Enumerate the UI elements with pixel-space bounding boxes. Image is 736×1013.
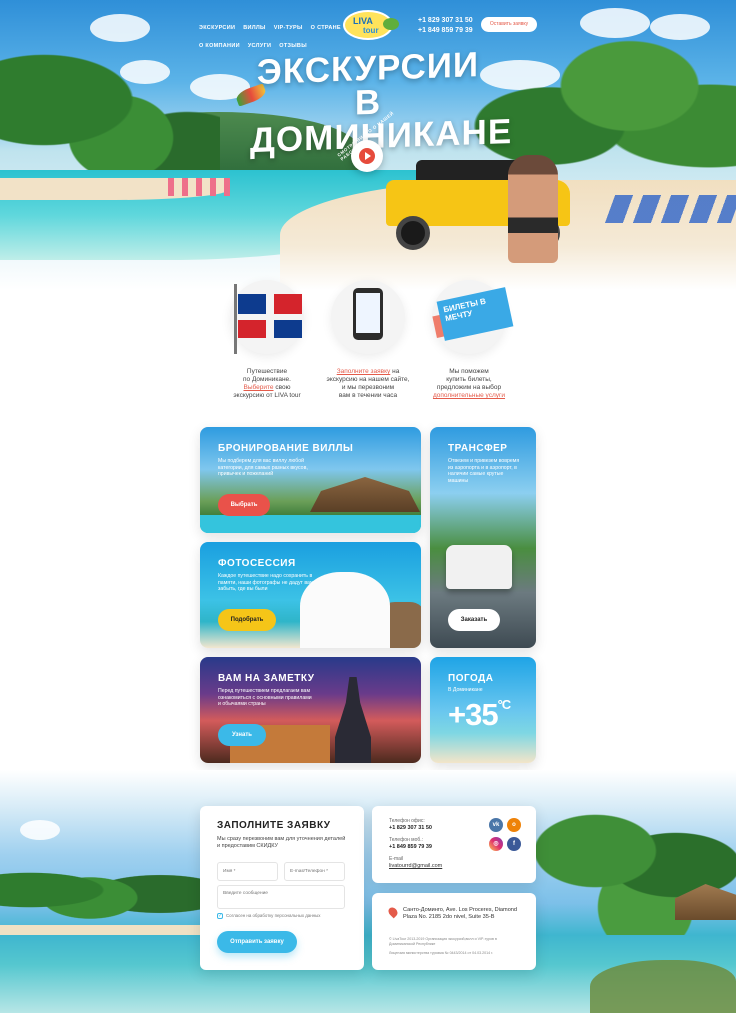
- email-link[interactable]: livatourrd@gmail.com: [389, 863, 442, 869]
- villa-card: БРОНИРОВАНИЕ ВИЛЛЫ Мы подберем для вас в…: [200, 427, 421, 533]
- step-1-circle: [230, 280, 304, 354]
- flamingos: [168, 178, 238, 196]
- contacts-card: Телефон офис: +1 829 307 31 50 Телефон м…: [372, 806, 536, 883]
- vk-icon[interactable]: vk: [489, 818, 503, 832]
- name-input[interactable]: [217, 862, 278, 881]
- office-phone[interactable]: +1 829 307 31 50: [389, 825, 432, 831]
- villa-select-button[interactable]: Выбрать: [218, 494, 270, 516]
- notes-card: ВАМ НА ЗАМЕТКУ Перед путешествием предла…: [200, 657, 421, 763]
- step-1-text: Путешествие по Доминикане. Выберите свою…: [233, 368, 301, 399]
- notes-title: ВАМ НА ЗАМЕТКУ: [218, 673, 315, 684]
- logo[interactable]: LIVA tour: [343, 10, 399, 40]
- car-image: [446, 545, 512, 589]
- nav-reviews[interactable]: ОТЗЫВЫ: [279, 41, 307, 51]
- transfer-card: ТРАНСФЕР Отвезем и привезем вовремя из а…: [430, 427, 536, 648]
- beach-loungers: [604, 195, 736, 223]
- weather-subtitle: В Доминикане: [448, 687, 483, 693]
- copyright: © LivaTour 2013-2019 Организация экскурс…: [389, 937, 497, 946]
- weather-card: ПОГОДА В Доминикане +35°C: [430, 657, 536, 763]
- footer-beach: [0, 925, 200, 935]
- notes-text: Перед путешествием предлагаем вам ознако…: [218, 688, 312, 707]
- transfer-text: Отвезем и привезем вовремя из аэропорта …: [448, 458, 520, 484]
- palm-trees-left: [0, 40, 220, 190]
- consent-checkbox[interactable]: ✓ Согласен на обработку персональных данн…: [217, 913, 320, 919]
- main-nav: ЭКСКУРСИИ ВИЛЛЫ VIP-ТУРЫ О СТРАНЕ О КОМПАНИ…: [199, 16, 349, 52]
- play-video-button[interactable]: [351, 140, 383, 172]
- cloud: [20, 820, 60, 840]
- location-pin-icon: [386, 905, 400, 919]
- weather-title: ПОГОДА: [448, 673, 494, 684]
- mobile-phone[interactable]: +1 849 859 79 39: [389, 844, 432, 850]
- message-input[interactable]: [217, 885, 345, 909]
- villa-text: Мы подберем для вас виллу любой категори…: [218, 458, 308, 477]
- smartphone-icon: [353, 288, 383, 340]
- step-2-text: Заполните заявку на экскурсию на нашем с…: [326, 368, 410, 399]
- license-text: Лицензия министерства туризма № 0443/201…: [389, 951, 493, 955]
- step-3-text: Мы поможем купить билеты, предложим на в…: [432, 368, 506, 399]
- facebook-icon[interactable]: f: [507, 837, 521, 851]
- play-icon: [365, 152, 371, 160]
- office-phone-label: Телефон офис:: [389, 818, 425, 824]
- nav-about-country[interactable]: О СТРАНЕ: [311, 23, 341, 33]
- submit-request-button[interactable]: Отправить заявку: [217, 931, 297, 953]
- photo-text: Каждое путешествие надо сохранить в памя…: [218, 573, 314, 592]
- address-text: Санто-Доминго, Ave. Los Proceres, Diamon…: [403, 907, 518, 920]
- villa-hut: [310, 477, 420, 512]
- villa-title: БРОНИРОВАНИЕ ВИЛЛЫ: [218, 443, 354, 454]
- pool: [200, 515, 421, 533]
- turtle-icon: [383, 18, 399, 30]
- step-1-link[interactable]: Выберите: [244, 384, 274, 391]
- step-2-circle: [331, 280, 405, 354]
- nav-villas[interactable]: ВИЛЛЫ: [243, 23, 266, 33]
- step-2-link[interactable]: Заполните заявку: [337, 368, 391, 375]
- form-description: Мы сразу перезвоним вам для уточнения де…: [217, 836, 346, 849]
- logo-subtext: tour: [363, 26, 379, 35]
- nav-excursions[interactable]: ЭКСКУРСИИ: [199, 23, 235, 33]
- logo-text: LIVA: [353, 16, 373, 26]
- step-3-link[interactable]: дополнительные услуги: [433, 392, 505, 399]
- photosession-card: ФОТОСЕССИЯ Каждое путешествие надо сохра…: [200, 542, 421, 648]
- temperature: +35°C: [448, 697, 511, 732]
- nav-vip-tours[interactable]: VIP-ТУРЫ: [274, 23, 303, 33]
- step-3-circle: БИЛЕТЫ В МЕЧТУ: [432, 280, 514, 354]
- notes-learn-button[interactable]: Узнать: [218, 724, 266, 746]
- consent-label: Согласен на обработку персональных данны…: [226, 913, 321, 919]
- odnoklassniki-icon[interactable]: o: [507, 818, 521, 832]
- form-title: ЗАПОЛНИТЕ ЗАЯВКУ: [217, 820, 331, 831]
- instagram-icon[interactable]: ◎: [489, 837, 503, 851]
- nav-about-company[interactable]: О КОМПАНИИ: [199, 41, 240, 51]
- cloud: [90, 14, 150, 42]
- contact-input[interactable]: [284, 862, 345, 881]
- photo-choose-button[interactable]: Подобрать: [218, 609, 276, 631]
- mobile-phone-label: Телефон моб.:: [389, 837, 423, 843]
- footer-palms-left: [0, 850, 200, 930]
- header-phone-2[interactable]: +1 849 859 79 39: [418, 26, 473, 36]
- footer-rocks: [590, 960, 736, 1013]
- email-label: E-mail: [389, 856, 404, 862]
- nav-services[interactable]: УСЛУГИ: [248, 41, 271, 51]
- header-phones: +1 829 307 31 50 +1 849 859 79 39: [418, 16, 473, 36]
- header-phone-1[interactable]: +1 829 307 31 50: [418, 16, 473, 26]
- request-form: ЗАПОЛНИТЕ ЗАЯВКУ Мы сразу перезвоним вам…: [200, 806, 364, 970]
- couple-photo: [508, 155, 558, 263]
- monument: [335, 677, 371, 763]
- leave-request-button[interactable]: Оставить заявку: [481, 17, 537, 32]
- ticket-icon: БИЛЕТЫ В МЕЧТУ: [436, 287, 514, 341]
- address-card: Санто-Доминго, Ave. Los Proceres, Diamon…: [372, 893, 536, 970]
- transfer-title: ТРАНСФЕР: [448, 443, 508, 454]
- photo-title: ФОТОСЕССИЯ: [218, 558, 296, 569]
- transfer-order-button[interactable]: Заказать: [448, 609, 500, 631]
- checkmark-icon: ✓: [217, 913, 223, 919]
- dominican-flag-icon: [234, 284, 302, 354]
